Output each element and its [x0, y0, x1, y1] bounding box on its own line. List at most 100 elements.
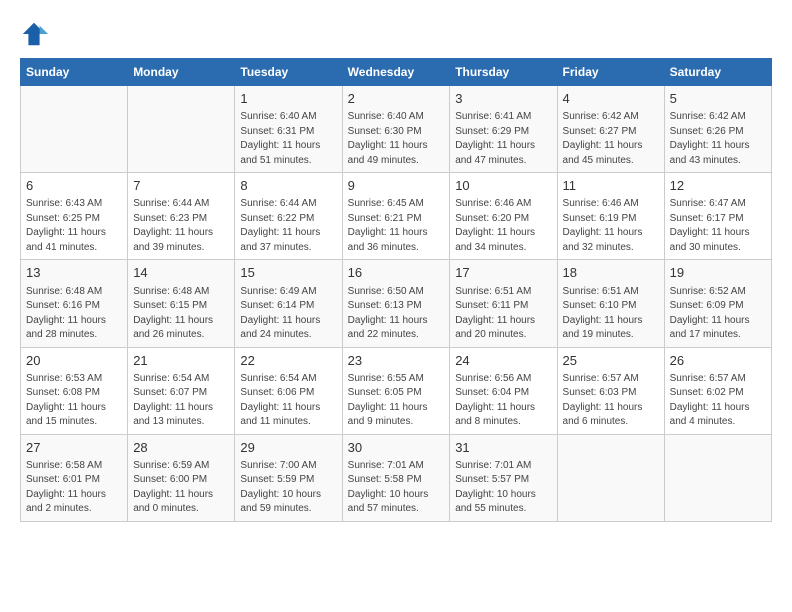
day-number: 30 [348, 439, 445, 457]
header [20, 20, 772, 48]
day-number: 1 [240, 90, 336, 108]
day-number: 16 [348, 264, 445, 282]
logo-icon [20, 20, 48, 48]
day-number: 19 [670, 264, 766, 282]
calendar-cell: 3 Sunrise: 6:41 AM Sunset: 6:29 PM Daylig… [450, 86, 557, 173]
day-info: Sunrise: 6:52 AM Sunset: 6:09 PM Dayligh… [670, 285, 766, 343]
calendar-week-row: 1Sunrise: 6:40 AM Sunset: 6:31 PM Daylig… [21, 86, 772, 173]
day-info: Sunrise: 6:53 AM Sunset: 6:08 PM Dayligh… [26, 372, 122, 430]
day-info: Sunrise: 7:01 AM Sunset: 5:57 PM Dayligh… [455, 459, 551, 517]
calendar-cell: 18 Sunrise: 6:51 AM Sunset: 6:10 PM Dayli… [557, 260, 664, 347]
day-info: Sunrise: 6:48 AM Sunset: 6:16 PM Dayligh… [26, 285, 122, 343]
calendar-cell: 6Sunrise: 6:43 AM Sunset: 6:25 PM Daylig… [21, 173, 128, 260]
calendar-cell: 16 Sunrise: 6:50 AM Sunset: 6:13 PM Dayli… [342, 260, 450, 347]
header-day: Monday [128, 59, 235, 86]
calendar-week-row: 6Sunrise: 6:43 AM Sunset: 6:25 PM Daylig… [21, 173, 772, 260]
calendar-cell: 10 Sunrise: 6:46 AM Sunset: 6:20 PM Dayli… [450, 173, 557, 260]
day-info: Sunrise: 6:44 AM Sunset: 6:23 PM Dayligh… [133, 197, 229, 255]
calendar-cell: 1Sunrise: 6:40 AM Sunset: 6:31 PM Daylig… [235, 86, 342, 173]
calendar-cell: 11 Sunrise: 6:46 AM Sunset: 6:19 PM Dayli… [557, 173, 664, 260]
day-number: 2 [348, 90, 445, 108]
day-info: Sunrise: 6:58 AM Sunset: 6:01 PM Dayligh… [26, 459, 122, 517]
calendar-cell: 15 Sunrise: 6:49 AM Sunset: 6:14 PM Dayli… [235, 260, 342, 347]
calendar-table: SundayMondayTuesdayWednesdayThursdayFrid… [20, 58, 772, 522]
calendar-cell: 29 Sunrise: 7:00 AM Sunset: 5:59 PM Dayli… [235, 434, 342, 521]
day-number: 20 [26, 352, 122, 370]
logo [20, 20, 52, 48]
day-number: 26 [670, 352, 766, 370]
day-info: Sunrise: 6:45 AM Sunset: 6:21 PM Dayligh… [348, 197, 445, 255]
day-number: 4 [563, 90, 659, 108]
day-number: 25 [563, 352, 659, 370]
calendar-cell [128, 86, 235, 173]
day-number: 3 [455, 90, 551, 108]
calendar-cell: 2 Sunrise: 6:40 AM Sunset: 6:30 PM Daylig… [342, 86, 450, 173]
day-number: 10 [455, 177, 551, 195]
day-info: Sunrise: 6:57 AM Sunset: 6:02 PM Dayligh… [670, 372, 766, 430]
day-number: 18 [563, 264, 659, 282]
day-info: Sunrise: 6:48 AM Sunset: 6:15 PM Dayligh… [133, 285, 229, 343]
calendar-cell: 7 Sunrise: 6:44 AM Sunset: 6:23 PM Daylig… [128, 173, 235, 260]
calendar-cell: 28Sunrise: 6:59 AM Sunset: 6:00 PM Dayli… [128, 434, 235, 521]
day-info: Sunrise: 6:47 AM Sunset: 6:17 PM Dayligh… [670, 197, 766, 255]
day-info: Sunrise: 6:51 AM Sunset: 6:10 PM Dayligh… [563, 285, 659, 343]
calendar-cell: 13 Sunrise: 6:48 AM Sunset: 6:16 PM Dayli… [21, 260, 128, 347]
day-number: 5 [670, 90, 766, 108]
day-info: Sunrise: 6:57 AM Sunset: 6:03 PM Dayligh… [563, 372, 659, 430]
day-info: Sunrise: 6:44 AM Sunset: 6:22 PM Dayligh… [240, 197, 336, 255]
day-info: Sunrise: 7:00 AM Sunset: 5:59 PM Dayligh… [240, 459, 336, 517]
calendar-cell: 24Sunrise: 6:56 AM Sunset: 6:04 PM Dayli… [450, 347, 557, 434]
calendar-cell: 21 Sunrise: 6:54 AM Sunset: 6:07 PM Dayli… [128, 347, 235, 434]
day-number: 14 [133, 264, 229, 282]
calendar-week-row: 20 Sunrise: 6:53 AM Sunset: 6:08 PM Dayli… [21, 347, 772, 434]
calendar-cell: 31 Sunrise: 7:01 AM Sunset: 5:57 PM Dayli… [450, 434, 557, 521]
calendar-cell: 17Sunrise: 6:51 AM Sunset: 6:11 PM Dayli… [450, 260, 557, 347]
day-number: 27 [26, 439, 122, 457]
calendar-cell: 14 Sunrise: 6:48 AM Sunset: 6:15 PM Dayli… [128, 260, 235, 347]
header-day: Sunday [21, 59, 128, 86]
calendar-week-row: 27 Sunrise: 6:58 AM Sunset: 6:01 PM Dayli… [21, 434, 772, 521]
day-info: Sunrise: 6:54 AM Sunset: 6:07 PM Dayligh… [133, 372, 229, 430]
calendar-cell: 12 Sunrise: 6:47 AM Sunset: 6:17 PM Dayli… [664, 173, 771, 260]
day-number: 12 [670, 177, 766, 195]
day-info: Sunrise: 6:55 AM Sunset: 6:05 PM Dayligh… [348, 372, 445, 430]
day-info: Sunrise: 6:42 AM Sunset: 6:27 PM Dayligh… [563, 110, 659, 168]
day-number: 13 [26, 264, 122, 282]
calendar-week-row: 13 Sunrise: 6:48 AM Sunset: 6:16 PM Dayli… [21, 260, 772, 347]
day-number: 31 [455, 439, 551, 457]
header-day: Saturday [664, 59, 771, 86]
day-number: 15 [240, 264, 336, 282]
day-info: Sunrise: 7:01 AM Sunset: 5:58 PM Dayligh… [348, 459, 445, 517]
day-number: 23 [348, 352, 445, 370]
calendar-cell: 30 Sunrise: 7:01 AM Sunset: 5:58 PM Dayli… [342, 434, 450, 521]
day-number: 9 [348, 177, 445, 195]
day-info: Sunrise: 6:49 AM Sunset: 6:14 PM Dayligh… [240, 285, 336, 343]
day-info: Sunrise: 6:50 AM Sunset: 6:13 PM Dayligh… [348, 285, 445, 343]
calendar-cell [664, 434, 771, 521]
calendar-cell [21, 86, 128, 173]
calendar-cell: 5 Sunrise: 6:42 AM Sunset: 6:26 PM Daylig… [664, 86, 771, 173]
header-day: Friday [557, 59, 664, 86]
calendar-cell: 27 Sunrise: 6:58 AM Sunset: 6:01 PM Dayli… [21, 434, 128, 521]
day-number: 21 [133, 352, 229, 370]
calendar-cell: 25 Sunrise: 6:57 AM Sunset: 6:03 PM Dayli… [557, 347, 664, 434]
day-info: Sunrise: 6:54 AM Sunset: 6:06 PM Dayligh… [240, 372, 336, 430]
day-info: Sunrise: 6:40 AM Sunset: 6:30 PM Dayligh… [348, 110, 445, 168]
day-info: Sunrise: 6:41 AM Sunset: 6:29 PM Dayligh… [455, 110, 551, 168]
day-info: Sunrise: 6:46 AM Sunset: 6:20 PM Dayligh… [455, 197, 551, 255]
calendar-cell: 8 Sunrise: 6:44 AM Sunset: 6:22 PM Daylig… [235, 173, 342, 260]
day-info: Sunrise: 6:43 AM Sunset: 6:25 PM Dayligh… [26, 197, 122, 255]
calendar-cell: 4 Sunrise: 6:42 AM Sunset: 6:27 PM Daylig… [557, 86, 664, 173]
day-number: 11 [563, 177, 659, 195]
day-info: Sunrise: 6:46 AM Sunset: 6:19 PM Dayligh… [563, 197, 659, 255]
calendar-cell [557, 434, 664, 521]
day-number: 29 [240, 439, 336, 457]
header-day: Tuesday [235, 59, 342, 86]
calendar-header-row: SundayMondayTuesdayWednesdayThursdayFrid… [21, 59, 772, 86]
day-info: Sunrise: 6:42 AM Sunset: 6:26 PM Dayligh… [670, 110, 766, 168]
calendar-cell: 23 Sunrise: 6:55 AM Sunset: 6:05 PM Dayli… [342, 347, 450, 434]
day-number: 7 [133, 177, 229, 195]
day-number: 17 [455, 264, 551, 282]
day-number: 8 [240, 177, 336, 195]
header-day: Wednesday [342, 59, 450, 86]
